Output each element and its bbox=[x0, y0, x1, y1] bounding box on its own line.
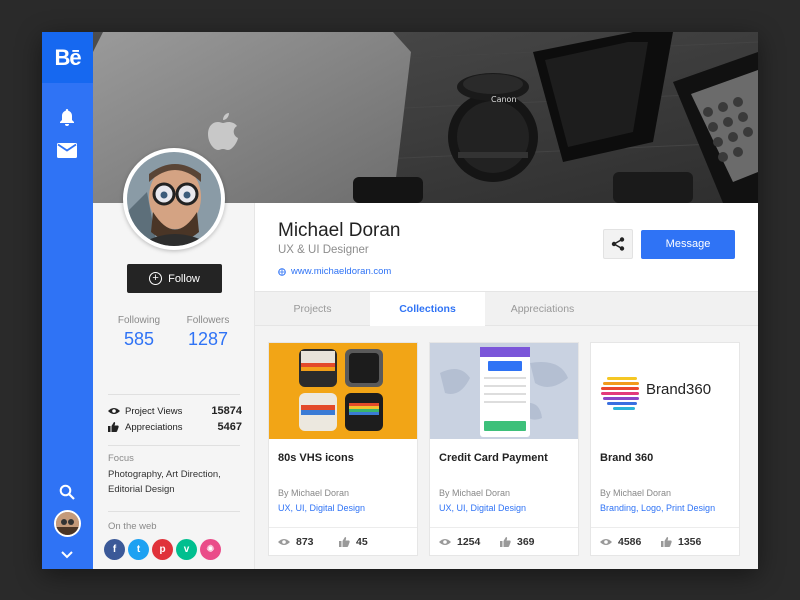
views-stat: 4586 bbox=[600, 536, 641, 548]
website-link[interactable]: www.michaeldoran.com bbox=[278, 266, 391, 277]
facebook-icon[interactable]: f bbox=[104, 539, 125, 560]
on-the-web-label: On the web bbox=[108, 521, 157, 532]
thumbs-up-icon bbox=[108, 422, 120, 432]
eye-icon bbox=[278, 539, 290, 545]
dribbble-icon[interactable]: ✺ bbox=[200, 539, 221, 560]
thumbs-up-icon bbox=[500, 537, 511, 547]
followers-label: Followers bbox=[186, 315, 230, 326]
card-stats: 4586 1356 bbox=[591, 527, 739, 556]
collections-grid: 80s VHS icons By Michael Doran UX, UI, D… bbox=[255, 326, 758, 569]
share-icon bbox=[611, 237, 625, 251]
collection-card[interactable]: 80s VHS icons By Michael Doran UX, UI, D… bbox=[268, 342, 418, 556]
views-stat: 873 bbox=[278, 536, 314, 548]
following-label: Following bbox=[117, 315, 161, 326]
card-stats: 1254 369 bbox=[430, 527, 578, 556]
card-author[interactable]: By Michael Doran bbox=[278, 488, 349, 498]
pinterest-icon[interactable]: p bbox=[152, 539, 173, 560]
collection-card[interactable]: Brand360 Brand 360 By Michael Doran Bran… bbox=[590, 342, 740, 556]
divider bbox=[108, 394, 240, 395]
svg-text:Canon: Canon bbox=[491, 95, 517, 104]
profile-sidebar: + Follow Following 585 Followers 1287 Pr… bbox=[93, 203, 255, 569]
plus-icon: + bbox=[149, 272, 163, 285]
share-button[interactable] bbox=[603, 229, 633, 259]
likes-stat: 1356 bbox=[661, 536, 701, 548]
card-title[interactable]: Credit Card Payment bbox=[439, 452, 548, 464]
search-icon[interactable] bbox=[55, 480, 79, 504]
tab-projects[interactable]: Projects bbox=[255, 292, 370, 326]
social-links: f t p v ✺ bbox=[104, 539, 221, 560]
card-tags[interactable]: UX, UI, Digital Design bbox=[439, 503, 526, 513]
project-views-row: Project Views 15874 bbox=[108, 404, 242, 418]
profile-name: Michael Doran bbox=[278, 220, 401, 241]
card-author[interactable]: By Michael Doran bbox=[439, 488, 510, 498]
following-count[interactable]: 585 bbox=[109, 329, 169, 350]
mail-icon[interactable] bbox=[55, 138, 79, 162]
brand360-logo: Brand360 bbox=[646, 381, 712, 398]
card-thumbnail bbox=[269, 343, 417, 439]
card-stats: 873 45 bbox=[269, 527, 417, 556]
chevron-down-icon[interactable] bbox=[55, 543, 79, 567]
vine-icon[interactable]: v bbox=[176, 539, 197, 560]
globe-icon bbox=[278, 267, 286, 276]
card-author[interactable]: By Michael Doran bbox=[600, 488, 671, 498]
tab-appreciations[interactable]: Appreciations bbox=[485, 292, 600, 326]
main-content: Michael Doran UX & UI Designer www.micha… bbox=[255, 203, 758, 569]
card-title[interactable]: 80s VHS icons bbox=[278, 452, 354, 464]
followers-count[interactable]: 1287 bbox=[178, 329, 238, 350]
card-title[interactable]: Brand 360 bbox=[600, 452, 653, 464]
tab-collections[interactable]: Collections bbox=[370, 292, 485, 326]
behance-profile-window: Bē Canon + Follow Following 585 Follower… bbox=[42, 32, 758, 569]
likes-stat: 45 bbox=[339, 536, 368, 548]
collection-card[interactable]: Credit Card Payment By Michael Doran UX,… bbox=[429, 342, 579, 556]
eye-icon bbox=[600, 539, 612, 545]
profile-avatar[interactable] bbox=[123, 148, 225, 250]
twitter-icon[interactable]: t bbox=[128, 539, 149, 560]
focus-text: Photography, Art Direction, Editorial De… bbox=[108, 469, 221, 495]
divider bbox=[108, 445, 240, 446]
bell-icon[interactable] bbox=[55, 105, 79, 129]
message-button[interactable]: Message bbox=[641, 230, 735, 259]
follow-button[interactable]: + Follow bbox=[127, 264, 222, 293]
profile-tabs: Projects Collections Appreciations bbox=[255, 291, 758, 326]
behance-logo[interactable]: Bē bbox=[42, 32, 93, 83]
card-thumbnail: Brand360 bbox=[591, 343, 739, 439]
profile-header: Michael Doran UX & UI Designer www.micha… bbox=[255, 203, 758, 291]
card-tags[interactable]: Branding, Logo, Print Design bbox=[600, 503, 715, 513]
card-tags[interactable]: UX, UI, Digital Design bbox=[278, 503, 365, 513]
likes-stat: 369 bbox=[500, 536, 535, 548]
appreciations-row: Appreciations 5467 bbox=[108, 420, 242, 434]
thumbs-up-icon bbox=[339, 537, 350, 547]
left-rail: Bē bbox=[42, 32, 93, 569]
eye-icon bbox=[108, 407, 120, 415]
card-thumbnail bbox=[430, 343, 578, 439]
focus-label: Focus bbox=[108, 453, 134, 464]
profile-role: UX & UI Designer bbox=[278, 244, 369, 256]
avatar[interactable] bbox=[54, 510, 81, 537]
views-stat: 1254 bbox=[439, 536, 480, 548]
eye-icon bbox=[439, 539, 451, 545]
divider bbox=[108, 511, 240, 512]
thumbs-up-icon bbox=[661, 537, 672, 547]
